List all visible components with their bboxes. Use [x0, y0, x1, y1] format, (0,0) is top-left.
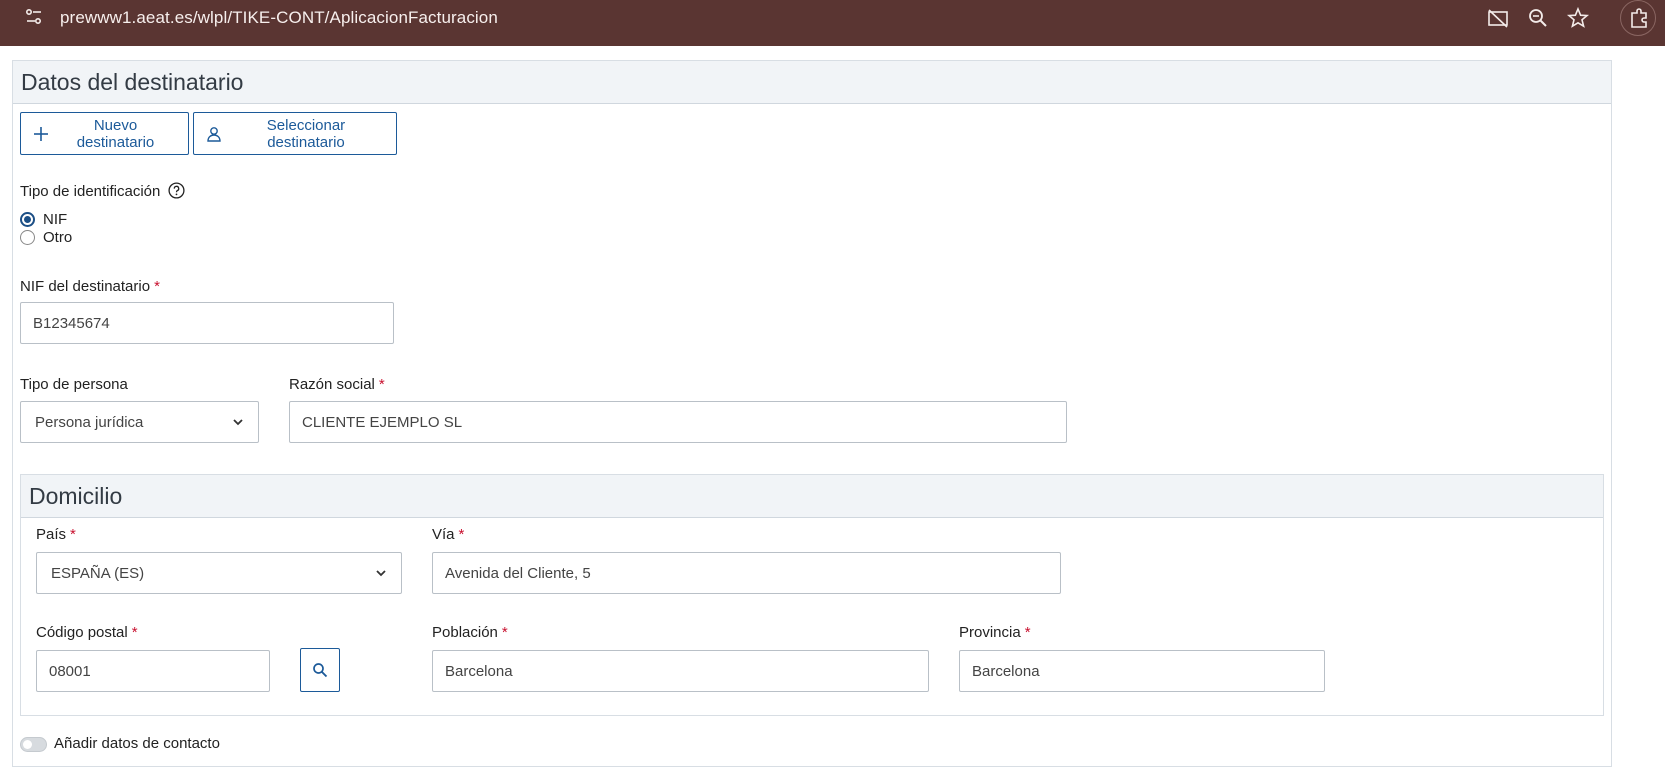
browser-toolbar: prewww1.aeat.es/wlpl/TIKE-CONT/Aplicacio…: [0, 0, 1665, 46]
postal-code-input[interactable]: 08001: [36, 650, 270, 692]
city-label: Población *: [432, 624, 508, 641]
address-panel-header: Domicilio: [21, 475, 1603, 518]
required-mark: *: [501, 624, 508, 641]
extensions-icon[interactable]: [1620, 0, 1656, 36]
site-info-icon[interactable]: [24, 7, 44, 27]
country-select[interactable]: ESPAÑA (ES): [36, 552, 402, 594]
address-bar-url[interactable]: prewww1.aeat.es/wlpl/TIKE-CONT/Aplicacio…: [60, 8, 498, 28]
chevron-down-icon: [376, 570, 386, 577]
postal-code-search-button[interactable]: [300, 648, 340, 692]
province-label: Provincia *: [959, 624, 1031, 641]
required-mark: *: [131, 624, 138, 641]
star-icon[interactable]: [1566, 6, 1590, 30]
required-mark: *: [70, 526, 76, 543]
postal-code-label: Código postal *: [36, 624, 138, 641]
street-label: Vía *: [432, 526, 465, 543]
search-icon: [313, 663, 328, 678]
contact-data-label: Añadir datos de contacto: [54, 735, 220, 752]
camera-off-icon[interactable]: [1486, 6, 1510, 30]
country-value: ESPAÑA (ES): [51, 564, 145, 582]
country-label: País *: [36, 526, 76, 543]
address-title: Domicilio: [29, 483, 123, 509]
zoom-icon[interactable]: [1526, 6, 1550, 30]
province-input[interactable]: Barcelona: [959, 650, 1325, 692]
contact-data-toggle[interactable]: [20, 737, 47, 752]
required-mark: *: [1024, 624, 1031, 641]
required-mark: *: [458, 526, 465, 543]
street-input[interactable]: Avenida del Cliente, 5: [432, 552, 1061, 594]
city-input[interactable]: Barcelona: [432, 650, 929, 692]
